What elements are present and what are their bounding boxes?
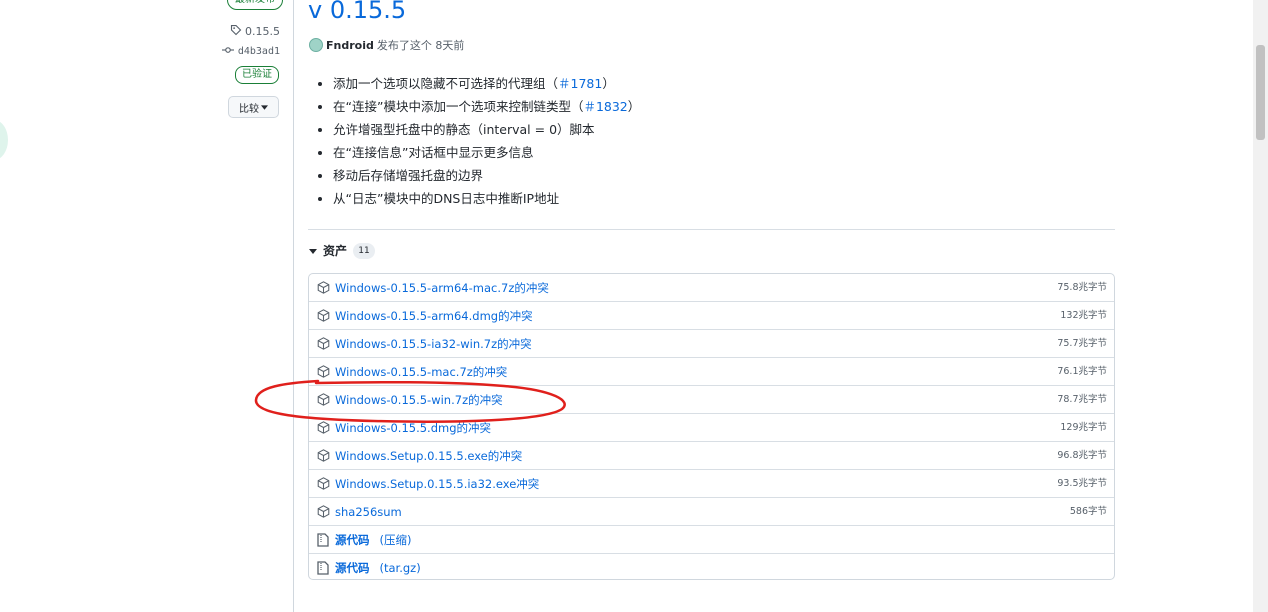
asset-link[interactable]: Windows-0.15.5-mac.7z的冲突: [335, 364, 507, 380]
asset-link[interactable]: Windows-0.15.5.dmg的冲突: [335, 420, 491, 436]
package-icon: [316, 449, 330, 463]
asset-link[interactable]: Windows-0.15.5-ia32-win.7z的冲突: [335, 336, 532, 352]
list-item: 允许增强型托盘中的静态（interval = 0）脚本: [333, 118, 640, 141]
author-name[interactable]: Fndroid: [326, 39, 374, 52]
published-text: 发布了这个 8天前: [376, 39, 465, 52]
commit-link[interactable]: d4b3ad1: [221, 45, 280, 58]
package-icon: [316, 337, 330, 351]
list-item: 从“日志”模块中的DNS日志中推断IP地址: [333, 187, 640, 210]
asset-size: 132兆字节: [1060, 310, 1107, 321]
file-zip-icon: [316, 532, 330, 547]
asset-link[interactable]: sha256sum: [335, 505, 402, 519]
asset-size: 586字节: [1069, 506, 1107, 517]
asset-size: 76.1兆字节: [1057, 366, 1107, 377]
asset-format[interactable]: (tar.gz): [380, 561, 421, 575]
asset-link[interactable]: 源代码: [335, 532, 370, 548]
release-sidebar: 最新发布 0.15.5 d4b3ad1 已验证 比较: [0, 0, 293, 612]
asset-size: 93.5兆字节: [1057, 478, 1107, 489]
verified-badge[interactable]: 已验证: [235, 66, 279, 84]
list-item: Windows-0.15.5-mac.7z的冲突 76.1兆字节: [309, 358, 1114, 386]
package-icon: [316, 281, 330, 295]
list-item: Windows-0.15.5.dmg的冲突 129兆字节: [309, 414, 1114, 442]
scrollbar-thumb[interactable]: [1256, 45, 1265, 140]
asset-link[interactable]: Windows.Setup.0.15.5.ia32.exe冲突: [335, 476, 539, 492]
release-notes: 添加一个选项以隐藏不可选择的代理组（＃1781） 在“连接”模块中添加一个选项来…: [316, 72, 640, 210]
asset-size: 129兆字节: [1060, 422, 1107, 433]
asset-link[interactable]: Windows-0.15.5-win.7z的冲突: [335, 392, 503, 408]
section-divider: [308, 229, 1115, 230]
commit-hash: d4b3ad1: [237, 46, 280, 57]
package-icon: [316, 505, 330, 519]
triangle-down-icon: [309, 244, 317, 258]
asset-link[interactable]: Windows.Setup.0.15.5.exe的冲突: [335, 448, 522, 464]
list-item: 在“连接”模块中添加一个选项来控制链类型（＃1832）: [333, 95, 640, 118]
issue-link[interactable]: ＃1832: [583, 99, 627, 114]
tag-link[interactable]: 0.15.5: [230, 24, 280, 39]
assets-toggle[interactable]: 资产 11: [309, 242, 376, 259]
tag-icon: [230, 24, 242, 39]
asset-list: Windows-0.15.5-arm64-mac.7z的冲突 75.8兆字节 Win…: [308, 273, 1115, 580]
file-zip-icon: [316, 561, 330, 575]
asset-link[interactable]: Windows-0.15.5-arm64-mac.7z的冲突: [335, 280, 549, 296]
issue-link[interactable]: ＃1781: [558, 76, 602, 91]
list-item: Windows.Setup.0.15.5.ia32.exe冲突 93.5兆字节: [309, 470, 1114, 498]
package-icon: [316, 421, 330, 435]
asset-format[interactable]: (压缩): [380, 532, 412, 548]
list-item: Windows.Setup.0.15.5.exe的冲突 96.8兆字节: [309, 442, 1114, 470]
assets-count-badge: 11: [353, 242, 376, 259]
list-item: Windows-0.15.5-win.7z的冲突 78.7兆字节: [309, 386, 1114, 414]
package-icon: [316, 393, 330, 407]
list-item: Windows-0.15.5-arm64.dmg的冲突 132兆字节: [309, 302, 1114, 330]
assets-label: 资产: [323, 244, 348, 258]
asset-size: 75.7兆字节: [1057, 338, 1107, 349]
commit-icon: [221, 45, 234, 58]
package-icon: [316, 365, 330, 379]
latest-release-badge: 最新发布: [227, 0, 283, 10]
list-item: 移动后存储增强托盘的边界: [333, 164, 640, 187]
caret-down-icon: [261, 102, 268, 113]
list-item: 添加一个选项以隐藏不可选择的代理组（＃1781）: [333, 72, 640, 95]
asset-size: 75.8兆字节: [1057, 282, 1107, 293]
tag-label: 0.15.5: [245, 25, 280, 38]
page-scrollbar[interactable]: [1253, 0, 1268, 612]
list-item: 在“连接信息”对话框中显示更多信息: [333, 141, 640, 164]
compare-label: 比较: [239, 103, 259, 115]
decorative-circle: [0, 120, 8, 160]
package-icon: [316, 477, 330, 491]
asset-link[interactable]: Windows-0.15.5-arm64.dmg的冲突: [335, 308, 533, 324]
release-meta: Fndroid 发布了这个 8天前: [309, 37, 464, 53]
list-item: 源代码 (压缩): [309, 526, 1114, 554]
list-item: Windows-0.15.5-ia32-win.7z的冲突 75.7兆字节: [309, 330, 1114, 358]
list-item: Windows-0.15.5-arm64-mac.7z的冲突 75.8兆字节: [309, 274, 1114, 302]
list-item: 源代码 (tar.gz): [309, 554, 1114, 579]
compare-button[interactable]: 比较: [228, 96, 279, 118]
list-item: sha256sum 586字节: [309, 498, 1114, 526]
column-divider: [293, 0, 294, 612]
asset-size: 78.7兆字节: [1057, 394, 1107, 405]
release-title[interactable]: v 0.15.5: [308, 0, 406, 24]
asset-size: 96.8兆字节: [1057, 450, 1107, 461]
avatar[interactable]: [309, 38, 323, 52]
asset-link[interactable]: 源代码: [335, 560, 370, 576]
package-icon: [316, 309, 330, 323]
